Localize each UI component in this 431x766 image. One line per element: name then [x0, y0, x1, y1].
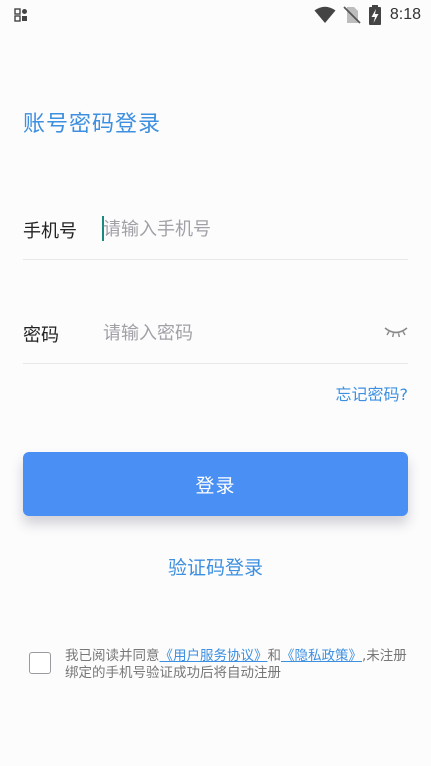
agreement-text: 我已阅读并同意《用户服务协议》和《隐私政策》,未注册绑定的手机号验证成功后将自动…: [65, 648, 409, 682]
forgot-password-link[interactable]: 忘记密码?: [336, 381, 409, 405]
notification-grid-icon: [14, 8, 27, 22]
wifi-icon: [314, 6, 336, 23]
eye-closed-icon[interactable]: [384, 323, 408, 339]
phone-input[interactable]: [103, 213, 373, 245]
status-bar: 8:18: [0, 0, 431, 30]
phone-row: 手机号: [23, 199, 408, 260]
clock: 8:18: [389, 6, 421, 23]
phone-label: 手机号: [23, 221, 77, 242]
agreement-checkbox[interactable]: [29, 652, 51, 674]
status-icons: 8:18: [314, 4, 421, 26]
agreement-prefix: 我已阅读并同意: [65, 648, 160, 664]
code-login-link[interactable]: 验证码登录: [0, 553, 431, 580]
page-title: 账号密码登录: [23, 112, 162, 137]
privacy-policy-link[interactable]: 《隐私政策》: [281, 648, 362, 664]
password-row: 密码: [23, 303, 408, 364]
login-button[interactable]: 登录: [23, 452, 408, 516]
battery-charging-icon: [368, 5, 381, 25]
agreement-and: 和: [267, 648, 282, 664]
user-agreement-link[interactable]: 《用户服务协议》: [160, 648, 268, 664]
no-sim-icon: [343, 6, 361, 24]
password-input[interactable]: [103, 317, 373, 349]
password-label: 密码: [23, 325, 59, 346]
